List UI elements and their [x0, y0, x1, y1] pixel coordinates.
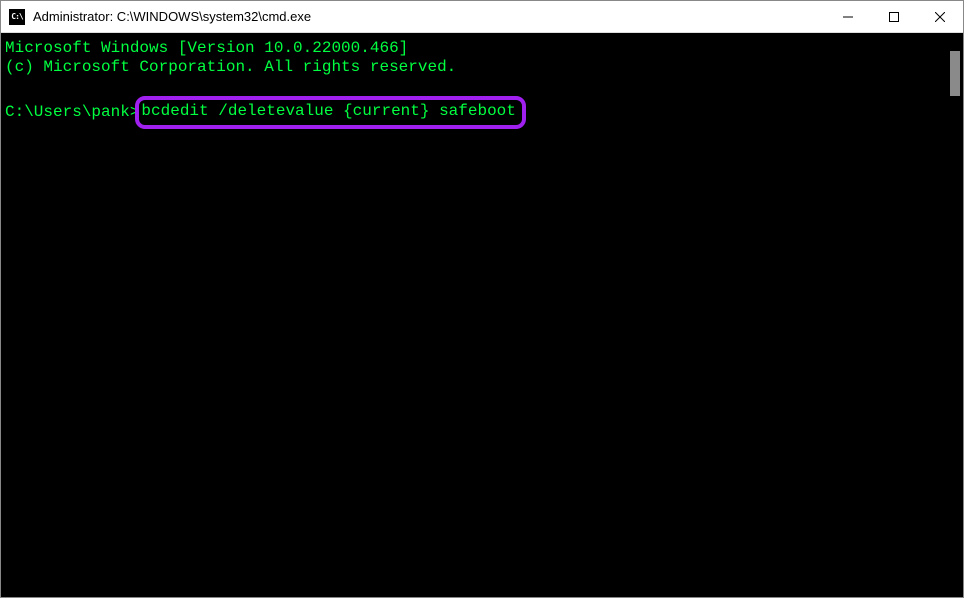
- title-bar[interactable]: C:\ Administrator: C:\WINDOWS\system32\c…: [1, 1, 963, 33]
- window-controls: [825, 1, 963, 32]
- scrollbar-track[interactable]: [947, 33, 963, 597]
- minimize-icon: [843, 12, 853, 22]
- minimize-button[interactable]: [825, 1, 871, 32]
- terminal-command: bcdedit /deletevalue {current} safeboot: [141, 102, 515, 120]
- cmd-icon: C:\: [9, 9, 25, 25]
- terminal-line-copyright: (c) Microsoft Corporation. All rights re…: [5, 58, 456, 76]
- cmd-window: C:\ Administrator: C:\WINDOWS\system32\c…: [0, 0, 964, 598]
- terminal-line-version: Microsoft Windows [Version 10.0.22000.46…: [5, 39, 408, 57]
- terminal-area[interactable]: Microsoft Windows [Version 10.0.22000.46…: [1, 33, 963, 597]
- window-title: Administrator: C:\WINDOWS\system32\cmd.e…: [33, 9, 825, 24]
- close-icon: [935, 12, 945, 22]
- scrollbar-thumb[interactable]: [950, 51, 960, 96]
- maximize-icon: [889, 12, 899, 22]
- maximize-button[interactable]: [871, 1, 917, 32]
- terminal-content: Microsoft Windows [Version 10.0.22000.46…: [1, 33, 947, 597]
- terminal-prompt: C:\Users\pank>: [5, 103, 139, 122]
- close-button[interactable]: [917, 1, 963, 32]
- highlighted-command-box: bcdedit /deletevalue {current} safeboot: [135, 96, 525, 129]
